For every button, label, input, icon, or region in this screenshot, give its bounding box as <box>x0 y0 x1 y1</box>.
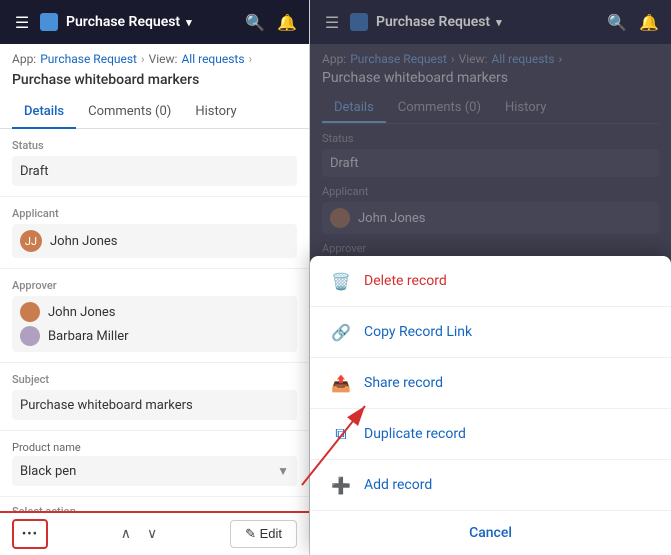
duplicate-label: Duplicate record <box>364 426 466 442</box>
link-icon: 🔗 <box>330 321 352 343</box>
context-menu: 🗑️ Delete record 🔗 Copy Record Link 📤 Sh… <box>310 256 671 555</box>
right-status-value: Draft <box>322 149 659 177</box>
right-applicant-avatar <box>330 208 350 228</box>
right-tab-comments: Comments (0) <box>386 94 493 123</box>
right-search-icon[interactable]: 🔍 <box>607 13 627 32</box>
share-label: Share record <box>364 375 443 391</box>
status-label: Status <box>12 139 297 152</box>
right-applicant-value: John Jones <box>322 202 659 234</box>
duplicate-icon: ⧉ <box>330 423 352 445</box>
breadcrumb-view-link[interactable]: All requests <box>181 52 244 66</box>
right-status-label: Status <box>322 132 659 145</box>
left-panel: ☰ Purchase Request ▾ 🔍 🔔 App: Purchase R… <box>0 0 310 555</box>
breadcrumb-view-label: View: <box>149 52 178 66</box>
right-tabs: Details Comments (0) History <box>322 94 659 124</box>
right-topbar-actions: 🔍 🔔 <box>607 13 659 32</box>
add-icon: ➕ <box>330 474 352 496</box>
delete-label: Delete record <box>364 273 447 289</box>
applicant-name: John Jones <box>50 234 118 249</box>
approver1-avatar <box>20 302 40 322</box>
left-topbar: ☰ Purchase Request ▾ 🔍 🔔 <box>0 0 309 44</box>
copy-link-item[interactable]: 🔗 Copy Record Link <box>310 307 671 358</box>
nav-down-icon[interactable]: ∨ <box>147 526 157 542</box>
breadcrumb-app-label: App: <box>12 52 36 66</box>
status-field: Status Draft <box>0 129 309 197</box>
subject-value: Purchase whiteboard markers <box>12 390 297 420</box>
approver2-avatar <box>20 326 40 346</box>
product-name: Black pen <box>20 464 76 479</box>
right-menu-icon[interactable]: ☰ <box>322 12 342 32</box>
breadcrumb: App: Purchase Request › View: All reques… <box>0 44 309 70</box>
right-topbar: ☰ Purchase Request ▾ 🔍 🔔 <box>310 0 671 44</box>
right-applicant-label: Applicant <box>322 185 659 198</box>
notification-icon[interactable]: 🔔 <box>277 13 297 32</box>
add-record-item[interactable]: ➕ Add record <box>310 460 671 511</box>
right-app-title: Purchase Request ▾ <box>376 14 599 30</box>
right-breadcrumb: App: Purchase Request › View: All reques… <box>322 52 659 66</box>
breadcrumb-app-link[interactable]: Purchase Request <box>40 52 137 66</box>
nav-up-icon[interactable]: ∧ <box>121 526 131 542</box>
app-title: Purchase Request ▾ <box>66 14 237 30</box>
tabs-bar: Details Comments (0) History <box>0 96 309 129</box>
right-app-icon <box>350 13 368 31</box>
copy-link-label: Copy Record Link <box>364 324 472 340</box>
right-applicant-name: John Jones <box>358 211 426 226</box>
tab-details[interactable]: Details <box>12 96 76 129</box>
share-record-item[interactable]: 📤 Share record <box>310 358 671 409</box>
approver-field: Approver John Jones Barbara Miller <box>0 269 309 363</box>
more-actions-button[interactable]: ••• <box>12 519 48 549</box>
cancel-button[interactable]: Cancel <box>310 511 671 555</box>
approver-row-2: Barbara Miller <box>20 326 129 346</box>
approver1-name: John Jones <box>48 305 116 320</box>
subject-field: Subject Purchase whiteboard markers <box>0 363 309 431</box>
applicant-avatar: JJ <box>20 230 42 252</box>
search-icon[interactable]: 🔍 <box>245 13 265 32</box>
menu-icon[interactable]: ☰ <box>12 12 32 32</box>
approver-row-1: John Jones <box>20 302 116 322</box>
bottom-bar: ••• ∧ ∨ ✎ Edit <box>0 511 309 555</box>
select-arrow-icon: ▼ <box>277 464 289 478</box>
action-section: Select action Request <box>0 497 309 511</box>
applicant-value: JJ John Jones <box>12 224 297 258</box>
right-tab-details: Details <box>322 94 386 123</box>
nav-arrows: ∧ ∨ <box>121 526 158 542</box>
approver2-name: Barbara Miller <box>48 329 129 344</box>
approver-value: John Jones Barbara Miller <box>12 296 297 352</box>
right-approver-label: Approver <box>322 242 659 255</box>
subject-label: Subject <box>12 373 297 386</box>
applicant-field: Applicant JJ John Jones <box>0 197 309 269</box>
right-breadcrumb-app: Purchase Request <box>350 52 447 66</box>
right-breadcrumb-view: All requests <box>491 52 554 66</box>
right-notification-icon[interactable]: 🔔 <box>639 13 659 32</box>
product-field: Product name Black pen ▼ <box>0 431 309 497</box>
right-tab-history: History <box>493 94 558 123</box>
delete-icon: 🗑️ <box>330 270 352 292</box>
record-title: Purchase whiteboard markers <box>0 70 309 96</box>
tab-comments[interactable]: Comments (0) <box>76 96 183 129</box>
product-label: Product name <box>12 441 297 454</box>
duplicate-record-item[interactable]: ⧉ Duplicate record <box>310 409 671 460</box>
content-area: Status Draft Applicant JJ John Jones App… <box>0 129 309 511</box>
share-icon: 📤 <box>330 372 352 394</box>
approver-label: Approver <box>12 279 297 292</box>
product-value[interactable]: Black pen ▼ <box>12 456 297 486</box>
delete-record-item[interactable]: 🗑️ Delete record <box>310 256 671 307</box>
right-content-area: App: Purchase Request › View: All reques… <box>310 44 671 555</box>
right-record-title: Purchase whiteboard markers <box>322 70 659 86</box>
topbar-actions: 🔍 🔔 <box>245 13 297 32</box>
edit-button[interactable]: ✎ Edit <box>230 520 297 548</box>
tab-history[interactable]: History <box>183 96 248 129</box>
add-label: Add record <box>364 477 432 493</box>
status-value: Draft <box>12 156 297 186</box>
app-icon <box>40 13 58 31</box>
applicant-label: Applicant <box>12 207 297 220</box>
right-panel: ☰ Purchase Request ▾ 🔍 🔔 App: Purchase R… <box>310 0 671 555</box>
dots-icon: ••• <box>22 527 38 542</box>
